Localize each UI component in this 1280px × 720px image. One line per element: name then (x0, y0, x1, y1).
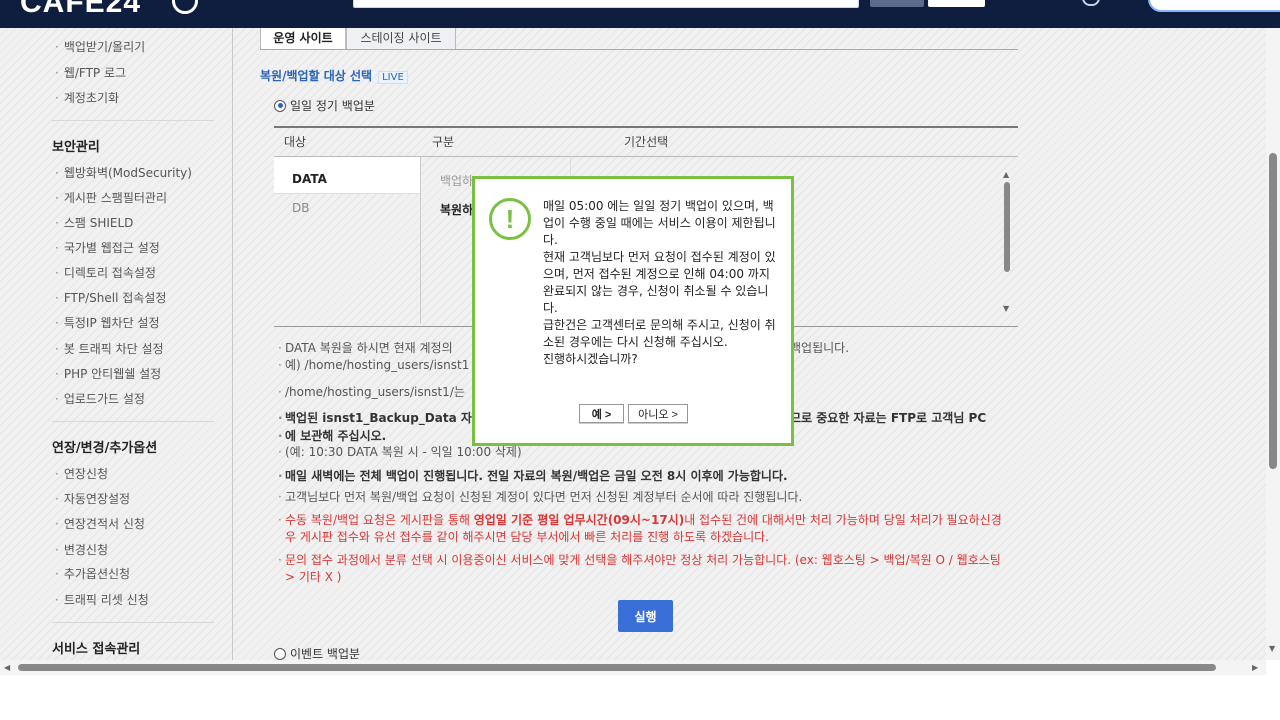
radio-checked-icon[interactable] (274, 99, 286, 112)
sidebar-heading-options: 연장/변경/추가옵션 (52, 441, 158, 456)
sidebar-item-bot-traffic[interactable]: 봇 트래픽 차단 설정 (55, 340, 164, 357)
target-data[interactable]: DATA (292, 172, 327, 186)
sidebar-item-extend-quote[interactable]: 연장견적서 신청 (55, 515, 145, 532)
kind-restore[interactable]: 복원하 (440, 201, 473, 218)
confirm-yes-button[interactable]: 예 > (579, 404, 624, 423)
sidebar-item-extend[interactable]: 연장신청 (55, 465, 108, 482)
sidebar-divider (52, 622, 214, 623)
sidebar-divider (52, 421, 214, 422)
sidebar-item-web-ftp-log[interactable]: 웹/FTP 로그 (55, 64, 126, 81)
sidebar-item-ftp-shell[interactable]: FTP/Shell 접속설정 (55, 289, 167, 306)
confirm-dialog: ! 매일 05:00 에는 일일 정기 백업이 있으며, 백업이 수행 중일 때… (472, 176, 794, 446)
note-order: 고객님보다 먼저 복원/백업 요청이 신청된 계정이 있다면 먼저 신청된 계정… (278, 489, 1005, 506)
page-horizontal-scrollbar[interactable]: ◀ ▶ (0, 660, 1266, 675)
sidebar-item-account-reset[interactable]: 계정초기화 (55, 89, 119, 106)
sidebar-item-modsecurity[interactable]: 웹방화벽(ModSecurity) (55, 164, 192, 181)
sidebar-item-directory-access[interactable]: 디렉토리 접속설정 (55, 264, 156, 281)
sidebar-item-upload-guard[interactable]: 업로드가드 설정 (55, 390, 145, 407)
scroll-up-icon[interactable]: ▲ (1003, 170, 1009, 179)
scroll-right-icon[interactable]: ▶ (1252, 663, 1258, 672)
confirm-no-button[interactable]: 아니오 > (628, 404, 688, 423)
page-scroll-down-icon[interactable]: ▼ (1269, 644, 1275, 653)
scroll-down-icon[interactable]: ▼ (1003, 304, 1009, 313)
note-daily-full-backup: 매일 새벽에는 전체 백업이 진행됩니다. 전일 자료의 복원/백업은 금일 오… (278, 468, 1005, 485)
warning-icon: ! (489, 198, 531, 240)
table-header-period: 기간선택 (624, 135, 669, 149)
top-header: CAFE24 (0, 0, 1280, 28)
page-scroll-thumb[interactable] (1269, 153, 1277, 469)
sidebar-divider (52, 120, 214, 121)
execute-button[interactable]: 실행 (618, 600, 673, 632)
note-delete-example: (예: 10:30 DATA 복원 시 - 익일 10:00 삭제) (278, 444, 1005, 461)
kind-backup[interactable]: 백업하 (440, 172, 473, 189)
tab-live-site[interactable]: 운영 사이트 (260, 28, 346, 50)
horizontal-scroll-thumb[interactable] (18, 664, 1216, 671)
tab-underline (260, 49, 1018, 50)
scroll-left-icon[interactable]: ◀ (4, 663, 10, 672)
period-list-scrollbar[interactable]: ▲ ▼ (1000, 166, 1014, 316)
user-icon[interactable] (1082, 0, 1100, 6)
tab-staging-site[interactable]: 스테이징 사이트 (346, 28, 456, 50)
sidebar-item-add-option[interactable]: 추가옵션신청 (55, 565, 130, 582)
note-category-select: 문의 접수 과정에서 분류 선택 시 이용중이신 서비스에 맞게 선택을 해주셔… (278, 552, 1005, 586)
sidebar-item-backup-upload[interactable]: 백업받기/올리기 (55, 38, 145, 55)
top-search-button[interactable] (870, 0, 924, 7)
scroll-thumb[interactable] (1004, 182, 1010, 272)
sidebar-item-spam-shield[interactable]: 스팸 SHIELD (55, 214, 134, 231)
logo[interactable]: CAFE24 (20, 0, 141, 20)
live-badge: LIVE (378, 71, 408, 84)
sidebar-item-spam-filter[interactable]: 게시판 스팸필터관리 (55, 189, 167, 206)
table-header-kind: 구분 (432, 135, 455, 149)
radio-daily-label: 일일 정기 백업분 (290, 99, 375, 113)
top-secondary-button[interactable] (928, 0, 985, 7)
note-manual-request: 수동 복원/백업 요청은 게시판을 통해 영업일 기준 평일 업무시간(09시~… (278, 512, 1005, 546)
top-search-input[interactable] (353, 0, 859, 8)
top-pill-button[interactable] (1148, 0, 1280, 12)
section-title-text: 복원/백업할 대상 선택 (260, 69, 373, 83)
radio-unchecked-icon[interactable] (274, 647, 286, 660)
sidebar-heading-security: 보안관리 (52, 140, 100, 155)
table-header-target: 대상 (284, 135, 307, 149)
page-vertical-scrollbar[interactable]: ▼ (1266, 28, 1280, 660)
radio-event-backup[interactable]: 이벤트 백업분 (274, 645, 360, 660)
dialog-message: 매일 05:00 에는 일일 정기 백업이 있으며, 백업이 수행 중일 때에는… (543, 199, 776, 366)
sidebar-item-country-access[interactable]: 국가별 웹접근 설정 (55, 239, 160, 256)
logo-mark-icon (172, 0, 198, 14)
sidebar-item-ip-block[interactable]: 특정IP 웹차단 설정 (55, 314, 160, 331)
sidebar: 백업받기/올리기 웹/FTP 로그 계정초기화 보안관리 웹방화벽(ModSec… (0, 28, 233, 660)
sidebar-item-traffic-reset[interactable]: 트래픽 리셋 신청 (55, 591, 149, 608)
sidebar-item-php-antiwebshell[interactable]: PHP 안티웹쉘 설정 (55, 365, 161, 382)
radio-event-label: 이벤트 백업분 (290, 647, 361, 660)
sidebar-heading-access: 서비스 접속관리 (52, 642, 141, 657)
sidebar-item-auto-extend[interactable]: 자동연장설정 (55, 490, 130, 507)
sidebar-item-change[interactable]: 변경신청 (55, 541, 108, 558)
radio-daily-backup[interactable]: 일일 정기 백업분 (274, 97, 375, 114)
target-db[interactable]: DB (292, 201, 309, 215)
section-title: 복원/백업할 대상 선택 LIVE (260, 67, 408, 84)
